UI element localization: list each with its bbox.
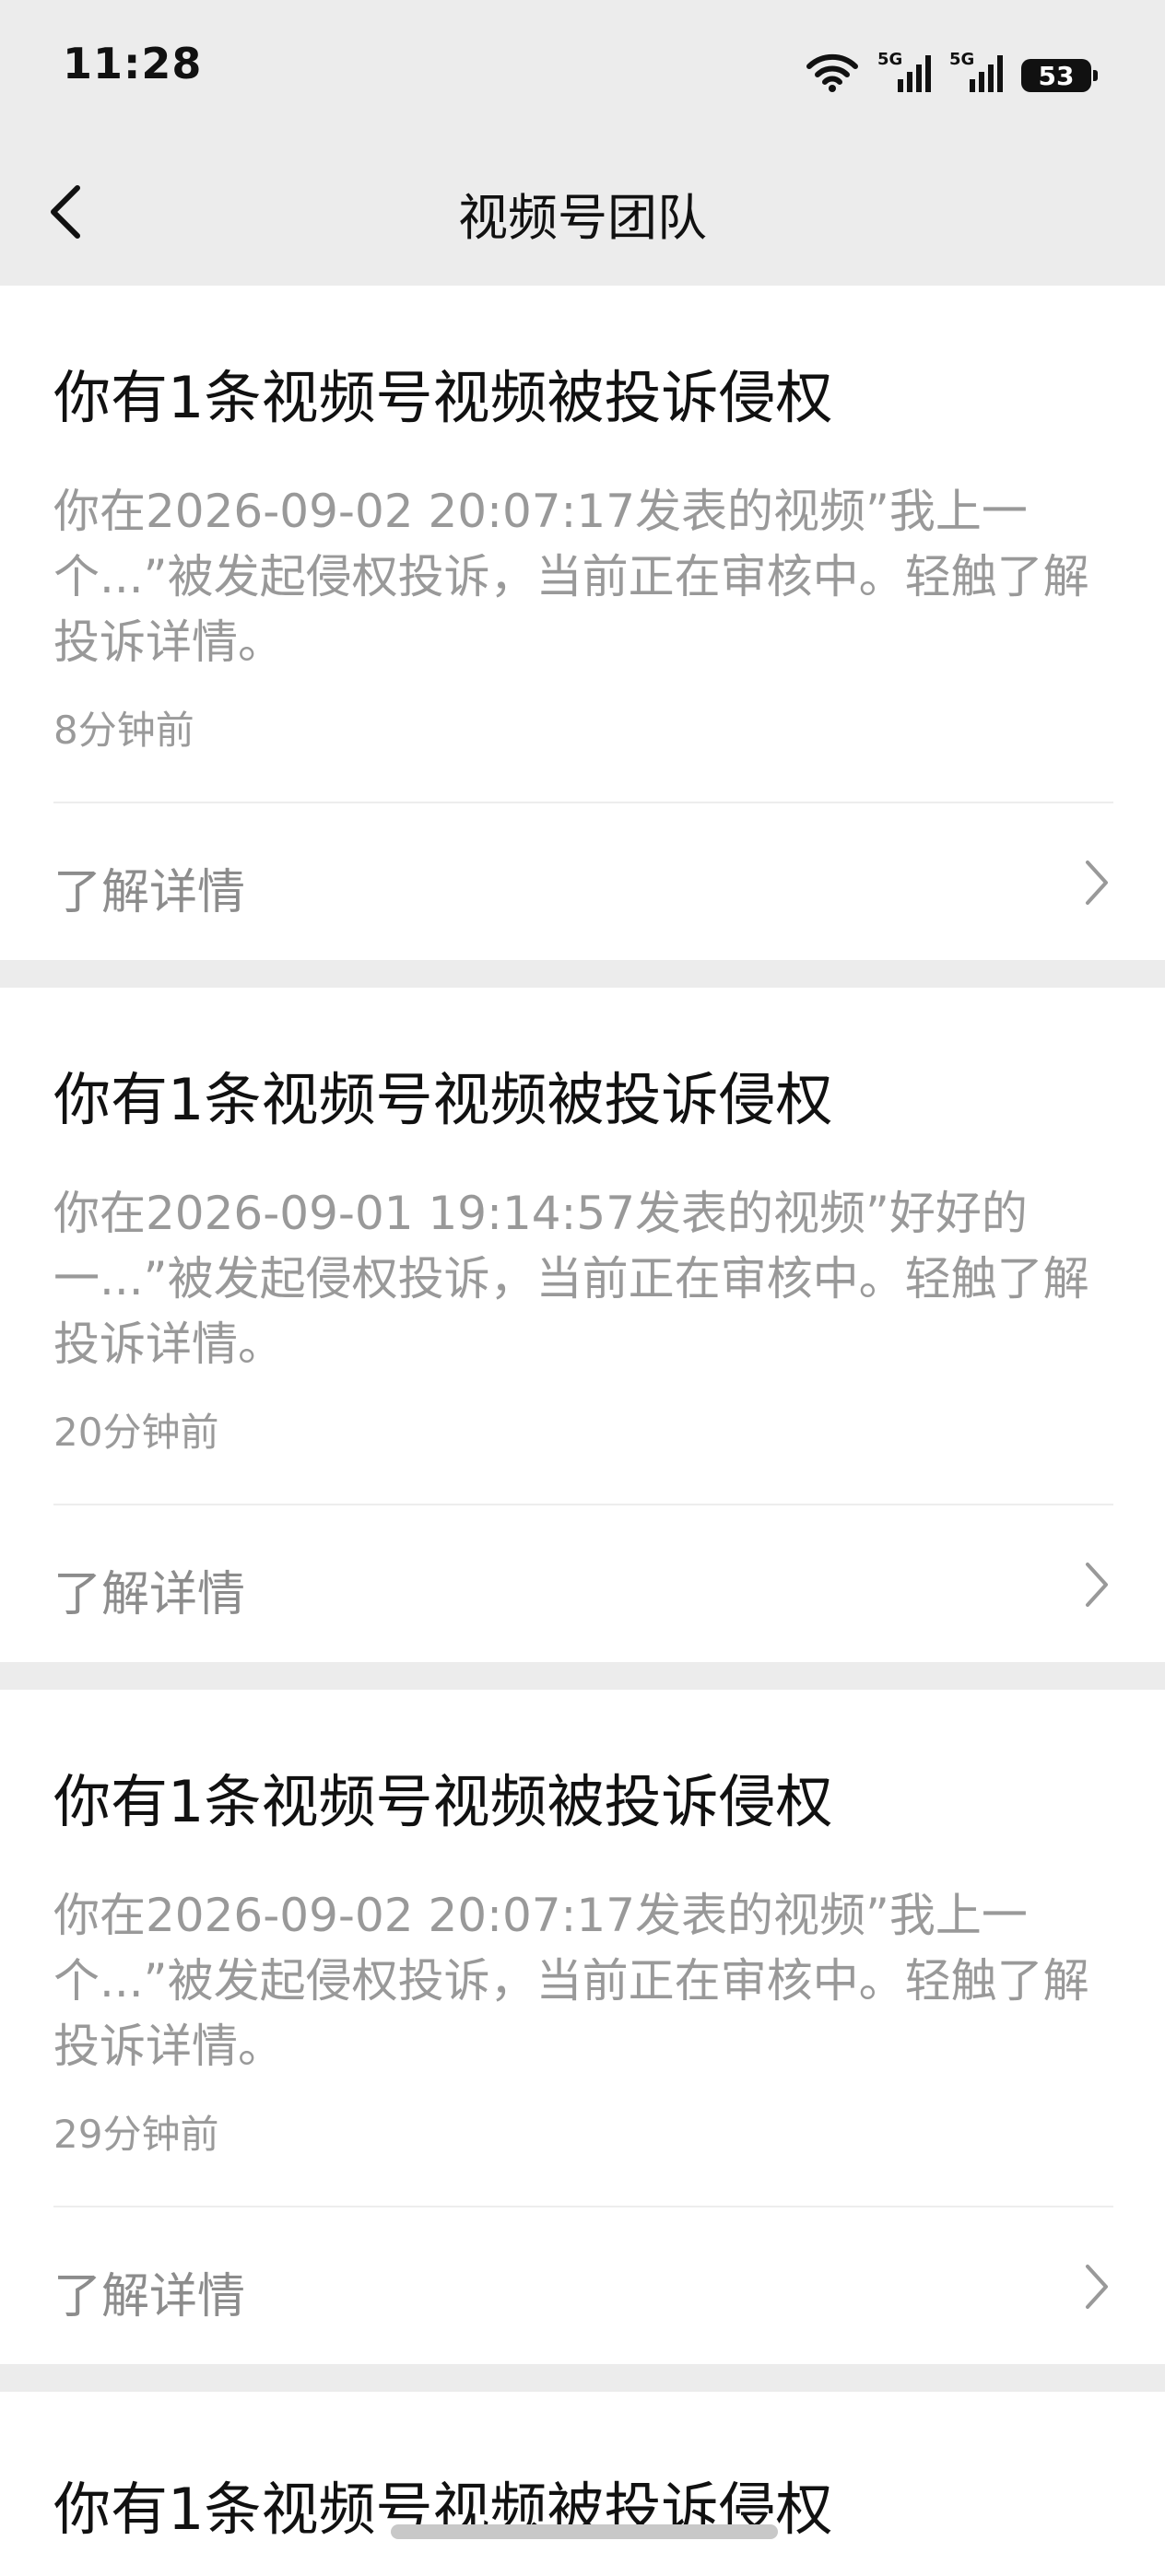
message-title: 你有1条视频号视频被投诉侵权 bbox=[53, 1768, 833, 1835]
home-indicator[interactable] bbox=[391, 2524, 778, 2539]
message-time: 29分钟前 bbox=[53, 2112, 219, 2158]
network-type-label: 5G bbox=[877, 50, 903, 69]
chevron-right-icon bbox=[1086, 2265, 1108, 2309]
message-card[interactable]: 你有1条视频号视频被投诉侵权 bbox=[0, 2392, 1165, 2576]
navigation-bar: 视频号团队 bbox=[0, 138, 1165, 286]
message-title: 你有1条视频号视频被投诉侵权 bbox=[53, 1066, 833, 1133]
view-details-link[interactable]: 了解详情 bbox=[0, 2207, 1165, 2364]
view-details-link[interactable]: 了解详情 bbox=[0, 1505, 1165, 1662]
chevron-right-icon bbox=[1086, 1563, 1108, 1607]
message-card[interactable]: 你有1条视频号视频被投诉侵权 你在2026-09-02 20:07:17发表的视… bbox=[0, 286, 1165, 960]
message-time: 8分钟前 bbox=[53, 708, 194, 754]
network-type-label: 5G bbox=[949, 50, 975, 69]
message-time: 20分钟前 bbox=[53, 1410, 219, 1456]
message-card[interactable]: 你有1条视频号视频被投诉侵权 你在2026-09-01 19:14:57发表的视… bbox=[0, 988, 1165, 1662]
battery-icon: 53 bbox=[1021, 59, 1098, 92]
cellular-signal-icon: 5G bbox=[949, 50, 1003, 92]
status-icons: 5G 5G 53 bbox=[806, 44, 1098, 92]
view-details-label: 了解详情 bbox=[53, 2269, 246, 2324]
view-details-label: 了解详情 bbox=[53, 865, 246, 920]
message-card[interactable]: 你有1条视频号视频被投诉侵权 你在2026-09-02 20:07:17发表的视… bbox=[0, 1690, 1165, 2364]
wifi-icon bbox=[806, 53, 858, 92]
status-bar: 11:28 5G 5G 53 bbox=[0, 0, 1165, 138]
page-title: 视频号团队 bbox=[458, 189, 707, 247]
message-title: 你有1条视频号视频被投诉侵权 bbox=[53, 364, 833, 431]
view-details-link[interactable]: 了解详情 bbox=[0, 803, 1165, 960]
message-list: 你有1条视频号视频被投诉侵权 你在2026-09-02 20:07:17发表的视… bbox=[0, 286, 1165, 2576]
message-description: 你在2026-09-01 19:14:57发表的视频”好好的一...”被发起侵权… bbox=[53, 1187, 1089, 1372]
message-description: 你在2026-09-02 20:07:17发表的视频”我上一个...”被发起侵权… bbox=[53, 1889, 1089, 2074]
status-time: 11:28 bbox=[63, 39, 203, 88]
cellular-signal-icon: 5G bbox=[877, 50, 931, 92]
chevron-right-icon bbox=[1086, 861, 1108, 905]
view-details-label: 了解详情 bbox=[53, 1567, 246, 1622]
message-description: 你在2026-09-02 20:07:17发表的视频”我上一个...”被发起侵权… bbox=[53, 485, 1089, 670]
